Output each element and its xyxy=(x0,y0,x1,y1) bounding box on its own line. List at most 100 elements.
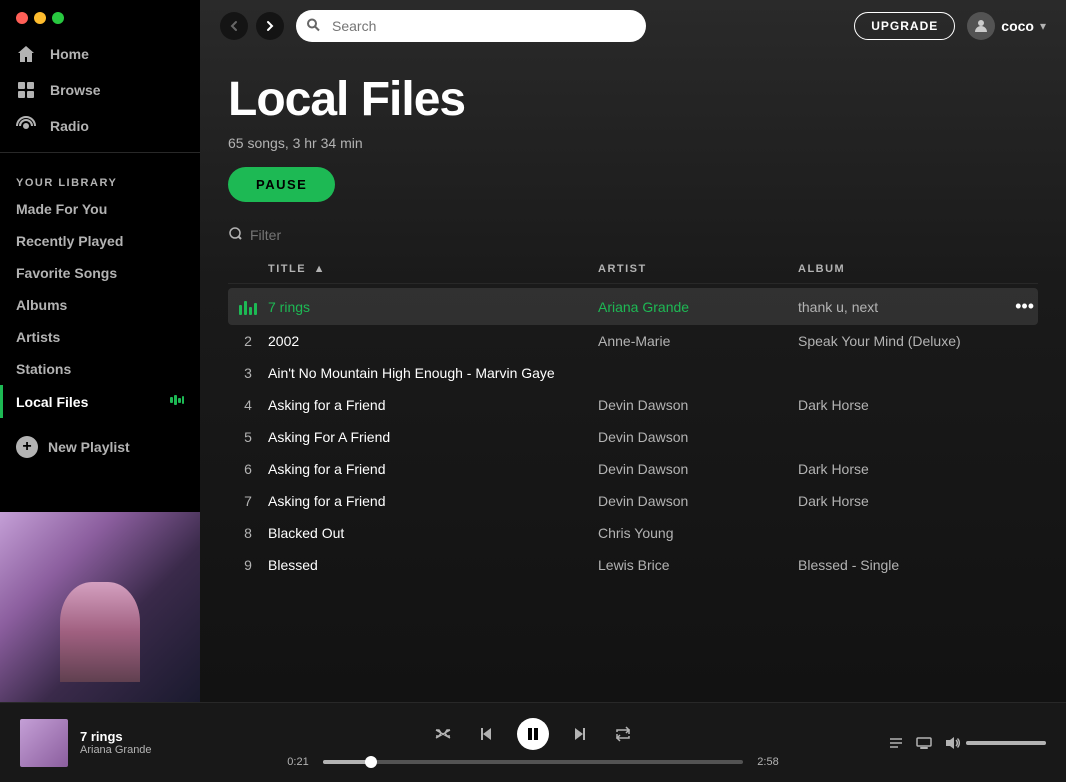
nav-arrows xyxy=(220,12,284,40)
col-title: TITLE ▲ xyxy=(268,263,598,275)
queue-button[interactable] xyxy=(888,735,904,751)
col-num xyxy=(228,263,268,275)
album-art-image xyxy=(0,512,200,702)
sort-icon: ▲ xyxy=(314,263,326,275)
bottom-player: 7 rings Ariana Grande xyxy=(0,702,1066,782)
sidebar-item-radio-label: Radio xyxy=(50,118,89,134)
np-artist: Ariana Grande xyxy=(80,744,152,756)
active-indicator xyxy=(0,385,3,418)
play-pause-button[interactable] xyxy=(517,718,549,750)
repeat-button[interactable] xyxy=(609,720,637,748)
col-album: ALBUM xyxy=(798,263,998,275)
track-number: 2 xyxy=(228,333,268,349)
track-name: Ain't No Mountain High Enough - Marvin G… xyxy=(268,365,598,381)
np-title: 7 rings xyxy=(80,729,152,744)
search-input[interactable] xyxy=(296,10,646,42)
track-name: Asking For A Friend xyxy=(268,429,598,445)
sound-bars xyxy=(239,299,257,315)
track-album: Dark Horse xyxy=(798,397,998,413)
track-name: Asking for a Friend xyxy=(268,493,598,509)
progress-track[interactable] xyxy=(323,760,743,764)
track-number: 8 xyxy=(228,525,268,541)
sidebar-item-made-for-you[interactable]: Made For You xyxy=(0,193,200,225)
track-number: 7 xyxy=(228,493,268,509)
forward-button[interactable] xyxy=(256,12,284,40)
sidebar-divider xyxy=(0,152,200,153)
traffic-light-minimize[interactable] xyxy=(34,12,46,24)
sidebar-item-radio[interactable]: Radio xyxy=(0,108,200,144)
track-album: Blessed - Single xyxy=(798,557,998,573)
sidebar-item-browse-label: Browse xyxy=(50,82,101,98)
sidebar-item-home[interactable]: Home xyxy=(0,36,200,72)
avatar xyxy=(967,12,995,40)
new-playlist-label: New Playlist xyxy=(48,439,130,455)
device-button[interactable] xyxy=(916,735,932,751)
track-album: thank u, next xyxy=(798,299,998,315)
track-more-button[interactable]: ••• xyxy=(998,296,1038,317)
new-playlist-button[interactable]: + New Playlist xyxy=(0,426,200,468)
user-area[interactable]: coco ▾ xyxy=(967,12,1046,40)
traffic-light-close[interactable] xyxy=(16,12,28,24)
shuffle-button[interactable] xyxy=(429,720,457,748)
track-number: 4 xyxy=(228,397,268,413)
top-bar: UPGRADE coco ▾ xyxy=(200,0,1066,52)
table-row[interactable]: 4Asking for a FriendDevin DawsonDark Hor… xyxy=(228,389,1038,421)
table-row[interactable]: 9BlessedLewis BriceBlessed - Single xyxy=(228,549,1038,581)
track-artist: Lewis Brice xyxy=(598,557,798,573)
track-rows: 7 ringsAriana Grandethank u, next•••2200… xyxy=(228,288,1038,581)
total-time: 2:58 xyxy=(753,756,783,768)
sidebar-item-favorite-songs[interactable]: Favorite Songs xyxy=(0,257,200,289)
main-content: UPGRADE coco ▾ Local Files 65 songs, 3 h… xyxy=(200,0,1066,702)
filter-bar xyxy=(228,218,1038,255)
track-name: 2002 xyxy=(268,333,598,349)
volume-track[interactable] xyxy=(966,741,1046,745)
now-playing-art xyxy=(20,719,68,767)
track-album: Dark Horse xyxy=(798,461,998,477)
track-artist: Chris Young xyxy=(598,525,798,541)
browse-icon xyxy=(16,80,36,100)
sidebar-item-browse[interactable]: Browse xyxy=(0,72,200,108)
sidebar-item-artists[interactable]: Artists xyxy=(0,321,200,353)
volume-button[interactable] xyxy=(944,735,960,751)
track-number xyxy=(228,299,268,315)
table-row[interactable]: 8Blacked OutChris Young xyxy=(228,517,1038,549)
sidebar: Home Browse xyxy=(0,0,200,702)
filter-icon xyxy=(228,226,242,243)
user-name-label: coco xyxy=(1001,18,1034,34)
album-preview xyxy=(0,512,200,702)
sidebar-item-stations[interactable]: Stations xyxy=(0,353,200,385)
upgrade-button[interactable]: UPGRADE xyxy=(854,12,955,40)
back-button[interactable] xyxy=(220,12,248,40)
pause-button[interactable]: PAUSE xyxy=(228,167,335,202)
now-playing: 7 rings Ariana Grande xyxy=(20,719,240,767)
table-row[interactable]: 7 ringsAriana Grandethank u, next••• xyxy=(228,288,1038,325)
prev-button[interactable] xyxy=(473,720,501,748)
track-number: 5 xyxy=(228,429,268,445)
player-center: 0:21 2:58 xyxy=(240,718,826,768)
track-artist: Ariana Grande xyxy=(598,299,798,315)
track-artist: Devin Dawson xyxy=(598,429,798,445)
track-table-header: TITLE ▲ ARTIST ALBUM xyxy=(228,255,1038,284)
sidebar-item-albums[interactable]: Albums xyxy=(0,289,200,321)
col-artist: ARTIST xyxy=(598,263,798,275)
track-list-container: TITLE ▲ ARTIST ALBUM 7 ringsAriana Grand… xyxy=(200,218,1066,702)
table-row[interactable]: 7Asking for a FriendDevin DawsonDark Hor… xyxy=(228,485,1038,517)
table-row[interactable]: 22002Anne-MarieSpeak Your Mind (Deluxe) xyxy=(228,325,1038,357)
table-row[interactable]: 5Asking For A FriendDevin Dawson xyxy=(228,421,1038,453)
sidebar-top: Home Browse xyxy=(0,0,200,476)
now-playing-info: 7 rings Ariana Grande xyxy=(80,729,152,756)
track-number: 3 xyxy=(228,365,268,381)
search-bar xyxy=(296,10,646,42)
track-number: 6 xyxy=(228,461,268,477)
traffic-light-maximize[interactable] xyxy=(52,12,64,24)
table-row[interactable]: 3Ain't No Mountain High Enough - Marvin … xyxy=(228,357,1038,389)
filter-input[interactable] xyxy=(250,227,431,243)
sidebar-item-local-files[interactable]: Local Files xyxy=(0,385,200,418)
volume-fill xyxy=(966,741,1046,745)
sidebar-item-recently-played[interactable]: Recently Played xyxy=(0,225,200,257)
now-playing-indicator xyxy=(170,393,184,410)
track-artist: Devin Dawson xyxy=(598,397,798,413)
table-row[interactable]: 6Asking for a FriendDevin DawsonDark Hor… xyxy=(228,453,1038,485)
track-album: Dark Horse xyxy=(798,493,998,509)
next-button[interactable] xyxy=(565,720,593,748)
